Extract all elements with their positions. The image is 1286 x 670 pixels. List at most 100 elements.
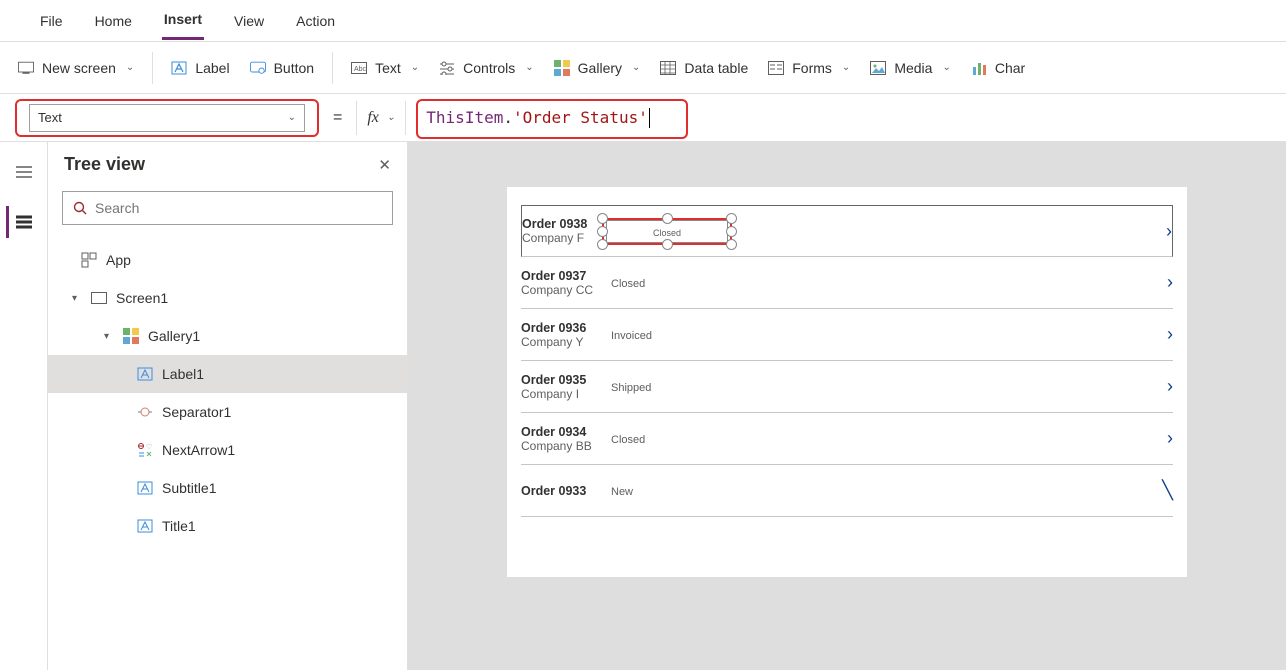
tree-item-app[interactable]: App: [48, 241, 407, 279]
gallery-row[interactable]: Order 0933New╲: [521, 465, 1173, 517]
new-screen-label: New screen: [42, 60, 116, 76]
new-screen-icon: [18, 60, 34, 76]
caret-icon: ▾: [104, 331, 114, 342]
svg-text:♡: ♡: [146, 443, 152, 451]
chevron-down-icon: ⌄: [387, 112, 395, 123]
row-status: Invoiced: [611, 330, 652, 342]
media-icon: [870, 60, 886, 76]
chevron-down-icon: ⌄: [942, 62, 950, 73]
menu-home[interactable]: Home: [93, 3, 134, 39]
next-arrow-icon[interactable]: ›: [1142, 221, 1172, 242]
button-button[interactable]: Button: [250, 60, 314, 76]
data-table-label: Data table: [684, 60, 748, 76]
formula-token-object: ThisItem: [426, 108, 503, 127]
gallery-dropdown[interactable]: Gallery ⌄: [554, 60, 641, 76]
gallery-row[interactable]: Order 0936Company YInvoiced›: [521, 309, 1173, 361]
tree-item-label: Subtitle1: [162, 480, 216, 496]
tree-item-label1[interactable]: Label1: [48, 355, 407, 393]
canvas-area: Order 0938Company FClosed›Order 0937Comp…: [408, 142, 1286, 670]
text-caret: [649, 108, 650, 128]
new-screen-button[interactable]: New screen ⌄: [18, 60, 134, 76]
data-table-icon: [660, 60, 676, 76]
app-canvas[interactable]: Order 0938Company FClosed›Order 0937Comp…: [507, 187, 1187, 577]
svg-text:Abc: Abc: [354, 66, 367, 73]
label-button[interactable]: Label: [171, 60, 229, 76]
label-icon: [171, 60, 187, 76]
button-btn-label: Button: [274, 60, 314, 76]
row-subtitle: Company CC: [521, 283, 611, 297]
next-arrow-icon[interactable]: ›: [1143, 428, 1173, 449]
controls-dropdown[interactable]: Controls ⌄: [439, 60, 534, 76]
chevron-down-icon: ⌄: [525, 62, 533, 73]
tree-item-gallery[interactable]: ▾ Gallery1: [48, 317, 407, 355]
tree-item-title[interactable]: Title1: [48, 507, 407, 545]
gallery-row[interactable]: Order 0935Company IShipped›: [521, 361, 1173, 413]
ribbon: New screen ⌄ Label Button Abc Text ⌄: [0, 42, 1286, 94]
label-icon: [136, 479, 154, 497]
menu-bar: File Home Insert View Action: [0, 0, 1286, 42]
text-dropdown[interactable]: Abc Text ⌄: [351, 60, 419, 76]
rail-hamburger[interactable]: [8, 156, 40, 188]
gallery-control[interactable]: Order 0938Company FClosed›Order 0937Comp…: [521, 205, 1173, 517]
property-selector[interactable]: Text ⌄: [15, 99, 319, 137]
main-area: Tree view ✕ App ▾ Screen1 ▾ Gallery1: [0, 142, 1286, 670]
equals-sign: =: [329, 109, 346, 127]
menu-view[interactable]: View: [232, 3, 266, 39]
gallery-row[interactable]: Order 0937Company CCClosed›: [521, 257, 1173, 309]
tree-item-label: Separator1: [162, 404, 231, 420]
chevron-down-icon: ⌄: [126, 62, 134, 73]
tree-item-nextarrow[interactable]: ♡ NextArrow1: [48, 431, 407, 469]
tree-item-subtitle[interactable]: Subtitle1: [48, 469, 407, 507]
selected-label-control[interactable]: Closed: [612, 224, 722, 239]
next-arrow-icon[interactable]: ╲: [1143, 480, 1173, 501]
tree-item-label: Gallery1: [148, 328, 200, 344]
row-title: Order 0936: [521, 321, 611, 335]
nextarrow-icon: ♡: [136, 441, 154, 459]
tree-item-label: App: [106, 252, 131, 268]
row-status: Closed: [612, 228, 722, 238]
formula-input[interactable]: ThisItem.'Order Status': [416, 101, 1271, 135]
button-icon: [250, 60, 266, 76]
tree-search[interactable]: [62, 191, 393, 225]
left-rail: [0, 142, 48, 670]
tree-header: Tree view ✕: [48, 142, 407, 187]
gallery-row[interactable]: Order 0934Company BBClosed›: [521, 413, 1173, 465]
text-dd-label: Text: [375, 60, 401, 76]
row-title: Order 0934: [521, 425, 611, 439]
media-dropdown[interactable]: Media ⌄: [870, 60, 951, 76]
fx-button[interactable]: fx ⌄: [356, 101, 406, 135]
tree-item-screen[interactable]: ▾ Screen1: [48, 279, 407, 317]
controls-dd-label: Controls: [463, 60, 515, 76]
formula-bar: Text ⌄ = fx ⌄ ThisItem.'Order Status': [0, 94, 1286, 142]
chevron-down-icon: ⌄: [288, 112, 296, 123]
menu-insert[interactable]: Insert: [162, 1, 204, 40]
next-arrow-icon[interactable]: ›: [1143, 376, 1173, 397]
forms-dropdown[interactable]: Forms ⌄: [768, 60, 850, 76]
data-table-button[interactable]: Data table: [660, 60, 748, 76]
chart-dropdown[interactable]: Char: [971, 60, 1025, 76]
tree-panel: Tree view ✕ App ▾ Screen1 ▾ Gallery1: [48, 142, 408, 670]
caret-icon: ▾: [72, 293, 82, 304]
tree-item-label: Screen1: [116, 290, 168, 306]
row-title: Order 0938: [522, 217, 612, 231]
tree-item-separator[interactable]: Separator1: [48, 393, 407, 431]
next-arrow-icon[interactable]: ›: [1143, 272, 1173, 293]
row-subtitle: Company F: [522, 231, 612, 245]
menu-action[interactable]: Action: [294, 3, 337, 39]
chevron-down-icon: ⌄: [411, 62, 419, 73]
tree-search-input[interactable]: [95, 200, 382, 216]
row-title: Order 0935: [521, 373, 611, 387]
row-subtitle: Company BB: [521, 439, 611, 453]
property-selector-value: Text: [38, 110, 62, 125]
row-title: Order 0937: [521, 269, 611, 283]
forms-dd-label: Forms: [792, 60, 832, 76]
rail-tree-view[interactable]: [6, 206, 38, 238]
close-icon[interactable]: ✕: [378, 156, 391, 174]
menu-file[interactable]: File: [38, 3, 65, 39]
tree-item-label: Title1: [162, 518, 196, 534]
formula-token-field: 'Order Status': [513, 108, 648, 127]
next-arrow-icon[interactable]: ›: [1143, 324, 1173, 345]
label-icon: [136, 517, 154, 535]
row-status: Shipped: [611, 382, 651, 394]
gallery-row[interactable]: Order 0938Company FClosed ›: [521, 205, 1173, 257]
